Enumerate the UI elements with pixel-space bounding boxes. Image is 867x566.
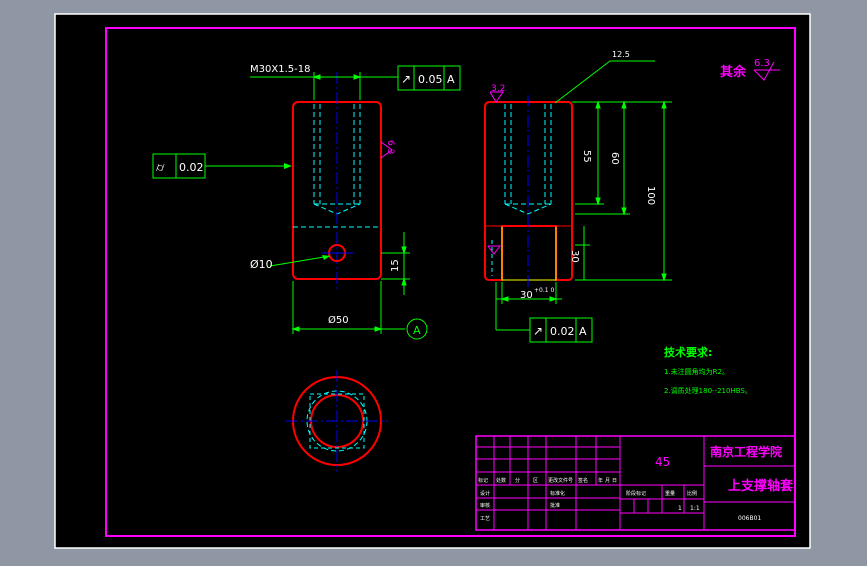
rev-label-4: 更改文件号 (548, 477, 573, 484)
stage-label-1: 重量 (665, 490, 675, 497)
rev-label-1: 处数 (496, 477, 506, 484)
stage-label-0: 阶段标记 (626, 490, 646, 497)
rev-label-0: 标记 (478, 477, 488, 484)
role-label-4: 批准 (550, 502, 560, 509)
slot-width-label: 30 (520, 290, 533, 301)
role-label-3: 工艺 (480, 516, 490, 522)
rev-label-3: 区 (533, 478, 538, 484)
tolerance-left-value: 0.02 (179, 161, 204, 174)
general-roughness-label: 其余 (720, 64, 747, 80)
stage-label-2: 比例 (687, 490, 697, 497)
cad-drawing-viewport[interactable]: M30X1.5-18 ↗ 0.05 A ⌭ 0.02 6.3 Ø10 15 Ø5… (0, 0, 867, 562)
role-label-1: 标准化 (550, 490, 565, 497)
rev-label-5: 签名 (578, 477, 588, 484)
tolerance-top-datum: A (447, 73, 455, 86)
tolerance-top-symbol: ↗ (401, 72, 411, 86)
hole-diameter-label: Ø10 (250, 258, 273, 271)
roughness-leader-value: 12.5 (612, 50, 630, 59)
title-scale: 1:1 (690, 505, 700, 512)
tolerance-top-value: 0.05 (418, 73, 443, 86)
rev-label-6: 年 (598, 477, 603, 484)
tech-req-item-2: 2.调质处理180--210HBS。 (664, 386, 752, 395)
side-roughness-value: 6.3 (385, 140, 395, 154)
sheet-background (54, 13, 811, 549)
title-material: 45 (655, 455, 670, 469)
rev-label-7: 月 (605, 478, 610, 484)
title-school: 南京工程学院 (710, 444, 782, 459)
tolerance-bottom-value: 0.02 (550, 325, 575, 338)
role-label-0: 设计 (480, 490, 490, 497)
dim-100-label: 100 (645, 186, 656, 205)
title-drawing-no: 006B01 (738, 515, 761, 522)
title-part-name: 上支撑轴套 (728, 478, 794, 494)
tolerance-bottom-datum: A (579, 325, 587, 338)
slot-width-tolerance: +0.1 0 (534, 287, 554, 294)
dim-55-label: 55 (581, 150, 592, 163)
rev-label-8: 日 (612, 478, 617, 484)
tolerance-left-symbol: ⌭ (156, 160, 165, 174)
role-label-2: 审核 (480, 502, 490, 509)
tolerance-bottom-symbol: ↗ (533, 324, 543, 338)
dim-width-label: Ø50 (328, 314, 349, 326)
side-roughness-top-value: 3.2 (491, 84, 505, 94)
tech-req-item-1: 1.未注圆角均为R2。 (664, 367, 729, 376)
datum-a-label: A (413, 324, 421, 337)
drawing-sheet[interactable]: M30X1.5-18 ↗ 0.05 A ⌭ 0.02 6.3 Ø10 15 Ø5… (0, 0, 867, 562)
title-sheet-count: 1 (678, 505, 682, 512)
rev-label-2: 分 (515, 477, 520, 484)
dim-30-label: 30 (569, 250, 580, 263)
dim-15-label: 15 (390, 259, 401, 272)
general-roughness-value: 6.3 (754, 58, 770, 69)
thread-callout-label: M30X1.5-18 (250, 64, 310, 75)
dim-60-label: 60 (609, 152, 620, 165)
tech-req-heading: 技术要求: (664, 345, 712, 359)
